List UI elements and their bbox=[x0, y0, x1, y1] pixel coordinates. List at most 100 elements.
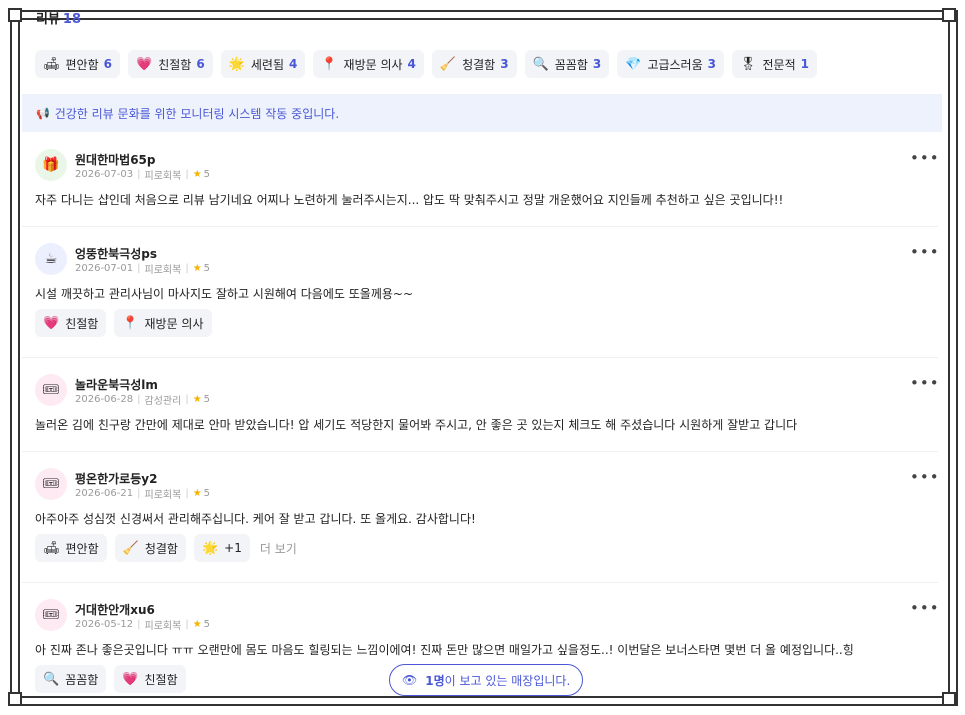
keyword-count: 4 bbox=[407, 57, 416, 71]
review-tag-label: 꼼꼼함 bbox=[65, 672, 99, 687]
reviewer-nickname[interactable]: 원대한마법65p bbox=[75, 151, 156, 168]
broom-icon: 🧹 bbox=[439, 56, 457, 72]
viewers-badge[interactable]: 👁 1명 이 보고 있는 매장입니다. bbox=[389, 664, 584, 696]
star-icon: ★ bbox=[192, 488, 202, 499]
avatar: 🎟 bbox=[35, 374, 67, 406]
review-category: 피로회복 bbox=[144, 265, 182, 276]
review-meta: 2026-05-12 | 피로회복 | ★ 5 bbox=[75, 617, 210, 632]
frame-corner bbox=[942, 8, 956, 22]
review-item: 🎟 평온한가로등y2 2026-06-21 | 피로회복 | ★ 5 ••• 아주아주 성심껏 신… bbox=[22, 452, 940, 583]
separator: | bbox=[185, 263, 189, 274]
review-text: 놀러온 김에 친구랑 간만에 제대로 안마 받았습니다! 압 세기도 적당한지 … bbox=[35, 418, 798, 432]
more-options-icon[interactable]: ••• bbox=[910, 468, 940, 486]
magnifier-icon: 🔍 bbox=[43, 671, 60, 687]
more-options-icon[interactable]: ••• bbox=[910, 599, 940, 617]
broom-icon: 🧹 bbox=[122, 540, 139, 556]
keyword-chip[interactable]: 💗 친절함 6 bbox=[128, 50, 213, 78]
review-header: 리뷰 18 bbox=[36, 8, 81, 27]
separator: | bbox=[137, 263, 141, 274]
avatar: ☕ bbox=[35, 243, 67, 275]
frame-corner bbox=[8, 8, 22, 22]
review-meta: 2026-06-21 | 피로회복 | ★ 5 bbox=[75, 486, 210, 501]
sparkle-icon: 🌟 bbox=[228, 56, 245, 72]
review-tags: 🔍 꼼꼼함 💗 친절함 bbox=[35, 665, 186, 693]
review-tags: 💗 친절함 📍 재방문 의사 bbox=[35, 309, 212, 337]
star-icon: ★ bbox=[192, 394, 202, 405]
keyword-count: 3 bbox=[592, 57, 602, 71]
monitoring-notice: 📢 건강한 리뷰 문화를 위한 모니터링 시스템 작동 중입니다. bbox=[22, 94, 942, 132]
review-rating: 5 bbox=[203, 619, 211, 630]
keyword-chip[interactable]: 🎖 전문적 1 bbox=[732, 50, 817, 78]
review-tag-label: +1 bbox=[224, 541, 242, 555]
separator: | bbox=[137, 394, 141, 405]
review-tag-label: 재방문 의사 bbox=[144, 316, 204, 331]
keyword-chip[interactable]: 🌟 세련됨 4 bbox=[220, 50, 306, 78]
keyword-chip[interactable]: 📍 재방문 의사 4 bbox=[313, 50, 424, 78]
review-rating: 5 bbox=[203, 169, 211, 180]
keyword-chip[interactable]: 💎 고급스러움 3 bbox=[617, 50, 724, 78]
review-date: 2026-07-03 bbox=[75, 169, 134, 180]
review-category: 감성관리 bbox=[144, 396, 182, 407]
sofa-icon: 🛋 bbox=[43, 540, 60, 556]
review-text: 아 진짜 존나 좋은곳입니다 ㅠㅠ 오랜만에 몸도 마음도 힐링되는 느낌이에여… bbox=[35, 643, 854, 657]
reviewer-nickname[interactable]: 엉뚱한북극성ps bbox=[75, 245, 157, 262]
review-text: 자주 다니는 샵인데 처음으로 리뷰 남기네요 어찌나 노련하게 눌러주시는지.… bbox=[35, 193, 784, 207]
keyword-count: 3 bbox=[500, 57, 509, 71]
review-tags: 🛋 편안함 🧹 청결함 🌟 +1 더 보기 bbox=[35, 534, 297, 562]
more-options-icon[interactable]: ••• bbox=[910, 243, 940, 261]
review-category: 피로회복 bbox=[144, 171, 182, 182]
keyword-label: 재방문 의사 bbox=[343, 57, 403, 72]
separator: | bbox=[185, 169, 189, 180]
keyword-label: 청결함 bbox=[462, 57, 496, 72]
notice-text: 건강한 리뷰 문화를 위한 모니터링 시스템 작동 중입니다. bbox=[54, 106, 340, 121]
reviewer-nickname[interactable]: 거대한안개xu6 bbox=[75, 601, 155, 618]
reviewer-nickname[interactable]: 놀라운북극성lm bbox=[75, 376, 158, 393]
review-tag-label: 친절함 bbox=[144, 672, 178, 687]
review-tag-label: 편안함 bbox=[65, 541, 99, 556]
review-meta: 2026-07-03 | 피로회복 | ★ 5 bbox=[75, 167, 210, 182]
review-date: 2026-07-01 bbox=[75, 263, 134, 274]
separator: | bbox=[137, 488, 141, 499]
review-tag: 💗 친절함 bbox=[35, 309, 107, 337]
review-tag: 🛋 편안함 bbox=[35, 534, 107, 562]
keyword-chip[interactable]: 🧹 청결함 3 bbox=[431, 50, 517, 78]
review-meta: 2026-07-01 | 피로회복 | ★ 5 bbox=[75, 261, 210, 276]
review-category: 피로회복 bbox=[144, 621, 182, 632]
review-tag-label: 친절함 bbox=[65, 316, 99, 331]
separator: | bbox=[185, 394, 189, 405]
keyword-count: 4 bbox=[288, 57, 298, 71]
magnifier-icon: 🔍 bbox=[532, 56, 549, 72]
see-more-button[interactable]: 더 보기 bbox=[260, 540, 297, 557]
separator: | bbox=[137, 619, 141, 630]
more-options-icon[interactable]: ••• bbox=[910, 374, 940, 392]
medal-icon: 🎖 bbox=[740, 56, 757, 72]
review-section: 리뷰 18 🛋 편안함 6 💗 친절함 6 🌟 세련됨 4 📍 재방문 의사 4 🧹 청결함 3 🔍 꼼꼼함 3 💎 고… bbox=[22, 0, 942, 700]
star-icon: ★ bbox=[192, 619, 202, 630]
keyword-label: 편안함 bbox=[65, 57, 99, 72]
frame-corner bbox=[942, 692, 956, 706]
keyword-chip[interactable]: 🔍 꼼꼼함 3 bbox=[524, 50, 610, 78]
diamond-icon: 💎 bbox=[625, 56, 642, 72]
avatar: 🎟 bbox=[35, 468, 67, 500]
heart-icon: 💗 bbox=[122, 671, 139, 687]
review-item: 🎁 원대한마법65p 2026-07-03 | 피로회복 | ★ 5 ••• 자주 다니는 샵인데… bbox=[22, 133, 940, 227]
separator: | bbox=[185, 488, 189, 499]
review-count: 18 bbox=[62, 12, 82, 27]
more-options-icon[interactable]: ••• bbox=[910, 149, 940, 167]
review-category: 피로회복 bbox=[144, 490, 182, 501]
keyword-chip[interactable]: 🛋 편안함 6 bbox=[35, 50, 120, 78]
eye-icon: 👁 bbox=[402, 673, 418, 687]
review-tag: 💗 친절함 bbox=[114, 665, 186, 693]
keyword-count: 6 bbox=[196, 57, 205, 71]
review-meta: 2026-06-28 | 감성관리 | ★ 5 bbox=[75, 392, 210, 407]
review-header-title: 리뷰 bbox=[36, 12, 60, 27]
sparkle-icon: 🌟 bbox=[201, 540, 219, 556]
heart-icon: 💗 bbox=[136, 56, 153, 72]
review-rating: 5 bbox=[203, 263, 211, 274]
reviewer-nickname[interactable]: 평온한가로등y2 bbox=[75, 470, 157, 487]
review-tag-label: 청결함 bbox=[144, 541, 178, 556]
keyword-label: 꼼꼼함 bbox=[554, 57, 588, 72]
avatar: 🎟 bbox=[35, 599, 67, 631]
review-text: 시설 깨끗하고 관리사님이 마사지도 잘하고 시원해여 다음에도 또올께용~~ bbox=[35, 287, 414, 301]
review-item: 🎟 놀라운북극성lm 2026-06-28 | 감성관리 | ★ 5 ••• 놀러온 김에 친구랑… bbox=[22, 358, 940, 452]
